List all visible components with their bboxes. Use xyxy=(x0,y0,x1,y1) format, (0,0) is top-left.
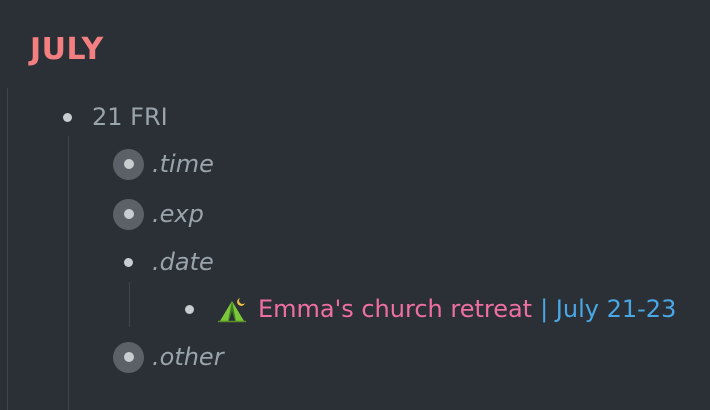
bullet-icon[interactable] xyxy=(52,112,83,122)
outline-item-other[interactable]: .other xyxy=(113,340,224,374)
indent-guide-root xyxy=(7,88,8,410)
bullet-icon[interactable] xyxy=(174,304,205,314)
outline-item-event[interactable]: Emma's church retreat | July 21-23 xyxy=(174,292,676,326)
tent-camping-icon xyxy=(218,294,248,324)
field-label-exp: .exp xyxy=(152,200,204,228)
field-label-date: .date xyxy=(152,248,214,276)
field-label-other: .other xyxy=(152,343,224,371)
collapsed-bullet-icon[interactable] xyxy=(113,198,144,230)
field-label-time: .time xyxy=(152,150,214,178)
outline-item-date[interactable]: .date xyxy=(113,245,214,279)
outline-item-exp[interactable]: .exp xyxy=(113,197,204,231)
indent-guide-date xyxy=(129,282,130,327)
collapsed-bullet-icon[interactable] xyxy=(113,341,144,373)
outline-item-time[interactable]: .time xyxy=(113,147,214,181)
month-heading: JULY xyxy=(30,32,104,67)
collapsed-bullet-icon[interactable] xyxy=(113,148,144,180)
day-label: 21 FRI xyxy=(92,103,168,131)
event-title: Emma's church retreat xyxy=(258,295,533,323)
event-date: | July 21-23 xyxy=(540,295,677,323)
outline-item-day[interactable]: 21 FRI xyxy=(52,100,168,134)
bullet-icon[interactable] xyxy=(113,257,144,267)
indent-guide-day xyxy=(68,136,69,410)
